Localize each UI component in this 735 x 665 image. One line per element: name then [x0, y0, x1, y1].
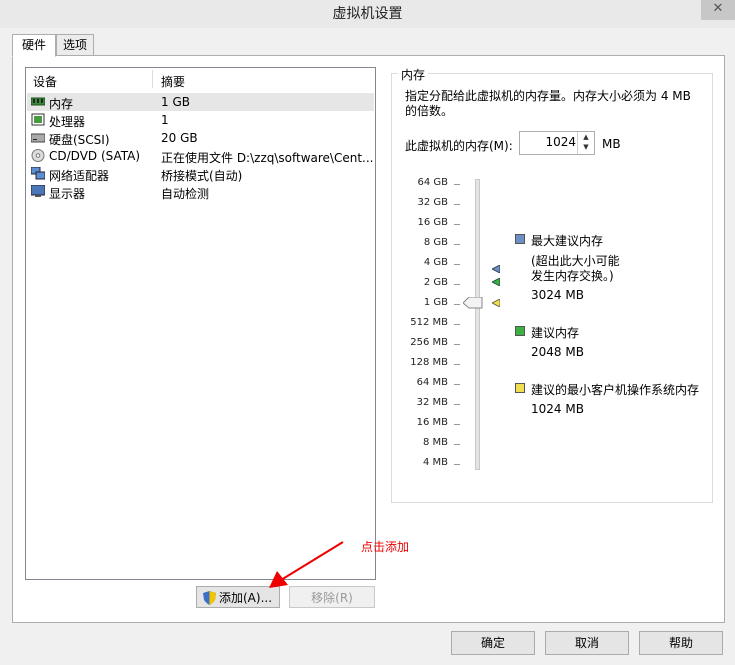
legend-min-swatch [515, 383, 525, 393]
device-name: 显示器 [49, 187, 86, 201]
scale-tick-mark [454, 424, 460, 425]
device-name: 硬盘(SCSI) [49, 133, 110, 147]
tab-hardware[interactable]: 硬件 [12, 34, 56, 57]
scale-tick-mark [454, 264, 460, 265]
scale-tick-label: 8 MB [422, 437, 448, 448]
device-row-cd-dvd[interactable]: CD/DVD (SATA) 正在使用文件 D:\zzq\software\Cen… [27, 147, 374, 165]
legend-max-swatch [515, 234, 525, 244]
scale-tick-mark [454, 204, 460, 205]
memory-slider-track[interactable] [475, 179, 480, 470]
stepper-up-icon[interactable]: ▲ [578, 132, 594, 142]
min-marker-icon [492, 299, 500, 307]
header-divider [152, 70, 153, 88]
scale-tick-mark [454, 444, 460, 445]
annotation-arrow [269, 541, 344, 588]
device-summary: 自动检测 [161, 187, 210, 201]
device-row-display[interactable]: 显示器 自动检测 [27, 183, 374, 201]
scale-tick-mark [454, 464, 460, 465]
scale-tick-label: 4 GB [423, 257, 448, 268]
device-name: CD/DVD (SATA) [49, 149, 141, 163]
hardware-panel: 设备 摘要 内存 1 GB 处理器 1 硬盘(SCSI) 20 GB CD/DV… [12, 55, 725, 623]
scale-tick-label: 256 MB [410, 337, 448, 348]
scale-tick-label: 2 GB [423, 277, 448, 288]
ok-button[interactable]: 确定 [451, 631, 535, 655]
header-summary[interactable]: 摘要 [161, 73, 185, 90]
cd-dvd-icon [31, 149, 45, 162]
scale-tick-mark [454, 244, 460, 245]
scale-tick-label: 4 MB [422, 457, 448, 468]
scale-tick-label: 128 MB [410, 357, 448, 368]
scale-tick-label: 16 GB [417, 217, 448, 228]
device-row-hard-disk[interactable]: 硬盘(SCSI) 20 GB [27, 129, 374, 147]
memory-group-title: 内存 [398, 66, 429, 83]
memory-stepper[interactable]: ▲ ▼ [577, 132, 594, 154]
device-summary: 20 GB [161, 131, 198, 145]
scale-tick-label: 8 GB [423, 237, 448, 248]
device-list[interactable]: 设备 摘要 内存 1 GB 处理器 1 硬盘(SCSI) 20 GB CD/DV… [25, 67, 376, 580]
memory-input[interactable]: 1024 ▲ ▼ [519, 131, 595, 155]
legend-recommended-swatch [515, 326, 525, 336]
title-bar: 虚拟机设置 ✕ [0, 0, 735, 28]
memory-group: 内存 指定分配给此虚拟机的内存量。内存大小必须为 4 MB 的倍数。 此虚拟机的… [391, 66, 713, 503]
memory-slider-thumb[interactable] [463, 297, 483, 309]
shield-icon [203, 591, 216, 605]
legend-min-value: 1024 MB [531, 402, 584, 416]
scale-tick-mark [454, 224, 460, 225]
device-row-network-adapter[interactable]: 网络适配器 桥接模式(自动) [27, 165, 374, 183]
display-icon [31, 185, 45, 197]
scale-tick-label: 32 GB [417, 197, 448, 208]
device-row-memory[interactable]: 内存 1 GB [27, 93, 374, 111]
max-marker-icon [492, 265, 500, 273]
memory-value[interactable]: 1024 [520, 135, 576, 149]
tab-options[interactable]: 选项 [56, 34, 94, 56]
scale-tick-label: 32 MB [416, 397, 448, 408]
device-summary: 桥接模式(自动) [161, 169, 243, 183]
device-summary: 1 [161, 113, 169, 127]
scale-tick-label: 1 GB [423, 297, 448, 308]
window-title: 虚拟机设置 [332, 6, 403, 22]
legend-max-value: 3024 MB [531, 288, 584, 302]
add-button-label: 添加(A)... [219, 591, 273, 605]
network-adapter-icon [31, 167, 45, 180]
legend-max-title: 最大建议内存 [531, 234, 604, 248]
device-name: 内存 [49, 97, 74, 111]
stepper-down-icon[interactable]: ▼ [578, 142, 594, 152]
scale-tick-label: 512 MB [410, 317, 448, 328]
device-row-processor[interactable]: 处理器 1 [27, 111, 374, 129]
device-name: 网络适配器 [49, 169, 110, 183]
scale-tick-mark [454, 384, 460, 385]
device-list-header: 设备 摘要 [26, 68, 375, 90]
memory-icon [31, 97, 45, 106]
scale-tick-mark [454, 324, 460, 325]
annotation-text: 点击添加 [361, 540, 410, 554]
scale-tick-label: 64 MB [416, 377, 448, 388]
close-button[interactable]: ✕ [701, 0, 735, 20]
scale-tick-mark [454, 344, 460, 345]
device-summary: 正在使用文件 D:\zzq\software\Cent... [161, 151, 374, 165]
scale-tick-mark [454, 404, 460, 405]
cancel-button[interactable]: 取消 [545, 631, 629, 655]
device-summary: 1 GB [161, 95, 190, 109]
memory-unit: MB [602, 137, 621, 151]
legend-min-title: 建议的最小客户机操作系统内存 [531, 383, 700, 397]
legend-recommended-title: 建议内存 [531, 326, 580, 340]
scale-tick-mark [454, 304, 460, 305]
scale-tick-label: 16 MB [416, 417, 448, 428]
legend-recommended-value: 2048 MB [531, 345, 584, 359]
help-button[interactable]: 帮助 [639, 631, 723, 655]
hard-disk-icon [31, 133, 45, 143]
device-name: 处理器 [49, 115, 86, 129]
memory-description: 指定分配给此虚拟机的内存量。内存大小必须为 4 MB 的倍数。 [405, 89, 691, 118]
scale-tick-mark [454, 364, 460, 365]
legend-max-note2: 发生内存交换。) [531, 269, 614, 283]
memory-field-label: 此虚拟机的内存(M): [405, 139, 513, 153]
recommended-marker-icon [492, 278, 500, 286]
scale-tick-mark [454, 284, 460, 285]
close-icon[interactable]: ✕ [701, 1, 735, 16]
scale-tick-mark [454, 184, 460, 185]
header-device[interactable]: 设备 [33, 73, 57, 90]
scale-tick-label: 64 GB [417, 177, 448, 188]
processor-icon [31, 113, 45, 126]
